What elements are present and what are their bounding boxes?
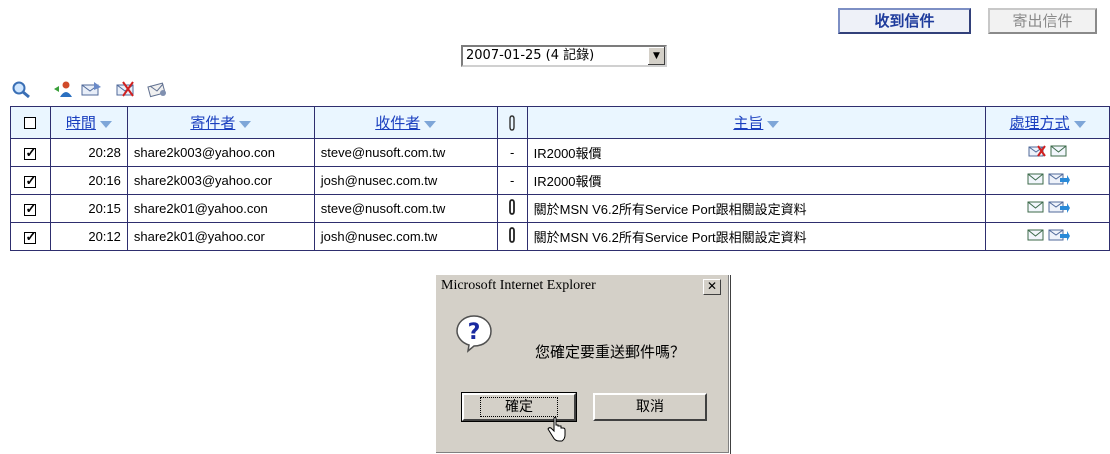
attachment-cell — [496, 222, 528, 251]
time-cell: 20:15 — [49, 194, 128, 223]
resend-mail-icon[interactable] — [80, 80, 102, 98]
row-select-cell: ✓ — [10, 138, 51, 167]
mail-icon[interactable] — [1026, 199, 1046, 218]
action-cell — [985, 222, 1110, 251]
sort-caret-icon — [424, 120, 437, 128]
paperclip-icon — [509, 227, 516, 243]
tab-inbox[interactable]: 收到信件 — [838, 8, 971, 34]
date-select[interactable]: 2007-01-25 (4 記錄) ▼ — [461, 45, 667, 67]
recipient-cell: josh@nusec.com.tw — [313, 166, 498, 195]
add-contact-icon[interactable] — [52, 80, 74, 98]
sort-caret-icon — [99, 120, 112, 128]
subject-cell[interactable]: IR2000報價 — [526, 138, 987, 167]
row-select-cell: ✓ — [10, 166, 51, 195]
sort-caret-icon — [239, 120, 252, 128]
recipient-cell: steve@nusoft.com.tw — [313, 194, 498, 223]
row-checkbox[interactable]: ✓ — [24, 229, 37, 244]
question-icon: ? — [456, 315, 492, 353]
svg-text:?: ? — [468, 320, 481, 345]
subject-cell[interactable]: 關於MSN V6.2所有Service Port跟相關設定資料 — [526, 222, 987, 251]
sender-cell: share2k003@yahoo.con — [126, 138, 315, 167]
confirm-dialog: Microsoft Internet Explorer ✕ ? 您確定要重送郵件… — [435, 274, 730, 454]
subject-cell[interactable]: 關於MSN V6.2所有Service Port跟相關設定資料 — [526, 194, 987, 223]
column-sender[interactable]: 寄件者 — [126, 106, 315, 139]
column-subject[interactable]: 主旨 — [526, 106, 987, 139]
sort-caret-icon — [767, 120, 780, 128]
row-select-cell: ✓ — [10, 222, 51, 251]
time-cell: 20:12 — [49, 222, 128, 251]
row-checkbox[interactable]: ✓ — [24, 173, 37, 188]
action-cell — [985, 138, 1110, 167]
select-all-checkbox[interactable] — [24, 117, 37, 130]
column-time[interactable]: 時間 — [49, 106, 128, 139]
action-cell — [985, 194, 1110, 223]
sort-caret-icon — [1073, 120, 1086, 128]
paperclip-icon — [509, 199, 516, 215]
paperclip-icon — [509, 115, 515, 131]
recipient-cell: josh@nusec.com.tw — [313, 222, 498, 251]
mail-icon[interactable] — [1049, 143, 1069, 162]
sender-cell: share2k01@yahoo.cor — [126, 222, 315, 251]
forward-mail-icon[interactable] — [146, 80, 168, 98]
time-cell: 20:16 — [49, 166, 128, 195]
column-action[interactable]: 處理方式 — [985, 106, 1110, 139]
date-select-value: 2007-01-25 (4 記錄) — [466, 48, 595, 63]
delete-mail-icon[interactable] — [115, 80, 137, 98]
subject-cell[interactable]: IR2000報價 — [526, 166, 987, 195]
time-cell: 20:28 — [49, 138, 128, 167]
tab-outbox[interactable]: 寄出信件 — [988, 8, 1097, 34]
mail-icon[interactable] — [1026, 227, 1046, 246]
table-row[interactable]: ✓ 20:12 share2k01@yahoo.cor josh@nusec.com.… — [10, 222, 1110, 251]
search-icon[interactable] — [10, 80, 32, 98]
attachment-cell — [496, 194, 528, 223]
forward-icon[interactable] — [1048, 227, 1070, 246]
forward-icon[interactable] — [1048, 171, 1070, 190]
chevron-down-icon[interactable]: ▼ — [647, 47, 665, 65]
select-all-cell — [10, 106, 51, 139]
mail-icon[interactable] — [1026, 171, 1046, 190]
row-checkbox[interactable]: ✓ — [24, 145, 37, 160]
dialog-message: 您確定要重送郵件嗎？ — [535, 343, 686, 361]
column-attachment — [496, 106, 528, 139]
sender-cell: share2k003@yahoo.cor — [126, 166, 315, 195]
table-header-row: 時間 寄件者 收件者 主旨 處理方式 — [10, 106, 1110, 139]
mouse-cursor-icon — [547, 417, 566, 442]
recipient-cell: steve@nusoft.com.tw — [313, 138, 498, 167]
close-icon[interactable]: ✕ — [703, 279, 721, 295]
attachment-cell: - — [496, 138, 528, 167]
attachment-cell: - — [496, 166, 528, 195]
sender-cell: share2k01@yahoo.con — [126, 194, 315, 223]
dialog-title: Microsoft Internet Explorer — [441, 278, 596, 293]
mail-table: 時間 寄件者 收件者 主旨 處理方式 ✓ 20:28 share2k003@yaho… — [10, 106, 1110, 251]
row-select-cell: ✓ — [10, 194, 51, 223]
column-recipient[interactable]: 收件者 — [313, 106, 498, 139]
forward-icon[interactable] — [1048, 199, 1070, 218]
table-row[interactable]: ✓ 20:28 share2k003@yahoo.con steve@nusoft.c… — [10, 138, 1110, 167]
table-row[interactable]: ✓ 20:15 share2k01@yahoo.con steve@nusoft.co… — [10, 194, 1110, 223]
blocked-mail-icon[interactable] — [1027, 143, 1047, 162]
row-checkbox[interactable]: ✓ — [24, 201, 37, 216]
table-row[interactable]: ✓ 20:16 share2k003@yahoo.cor josh@nusec.com… — [10, 166, 1110, 195]
action-cell — [985, 166, 1110, 195]
cancel-button[interactable]: 取消 — [593, 393, 707, 421]
